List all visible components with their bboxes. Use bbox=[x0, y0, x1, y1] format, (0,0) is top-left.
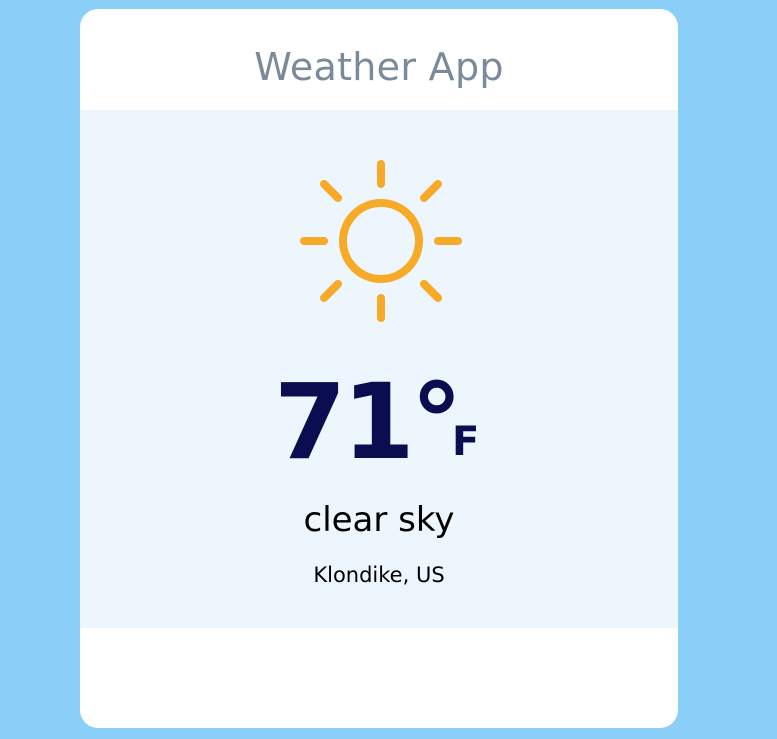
location-label: Klondike, US bbox=[313, 563, 445, 587]
temperature-unit: F bbox=[452, 419, 480, 465]
weather-description: clear sky bbox=[303, 500, 455, 540]
temperature-row: 71° F bbox=[80, 362, 678, 482]
weather-card: Weather App 71° F clear sky Klondike, US bbox=[80, 9, 678, 728]
sun-icon bbox=[300, 160, 462, 322]
weather-panel: 71° F clear sky Klondike, US bbox=[80, 110, 678, 628]
app-title: Weather App bbox=[254, 45, 504, 89]
temperature-value: 71° bbox=[274, 361, 463, 483]
